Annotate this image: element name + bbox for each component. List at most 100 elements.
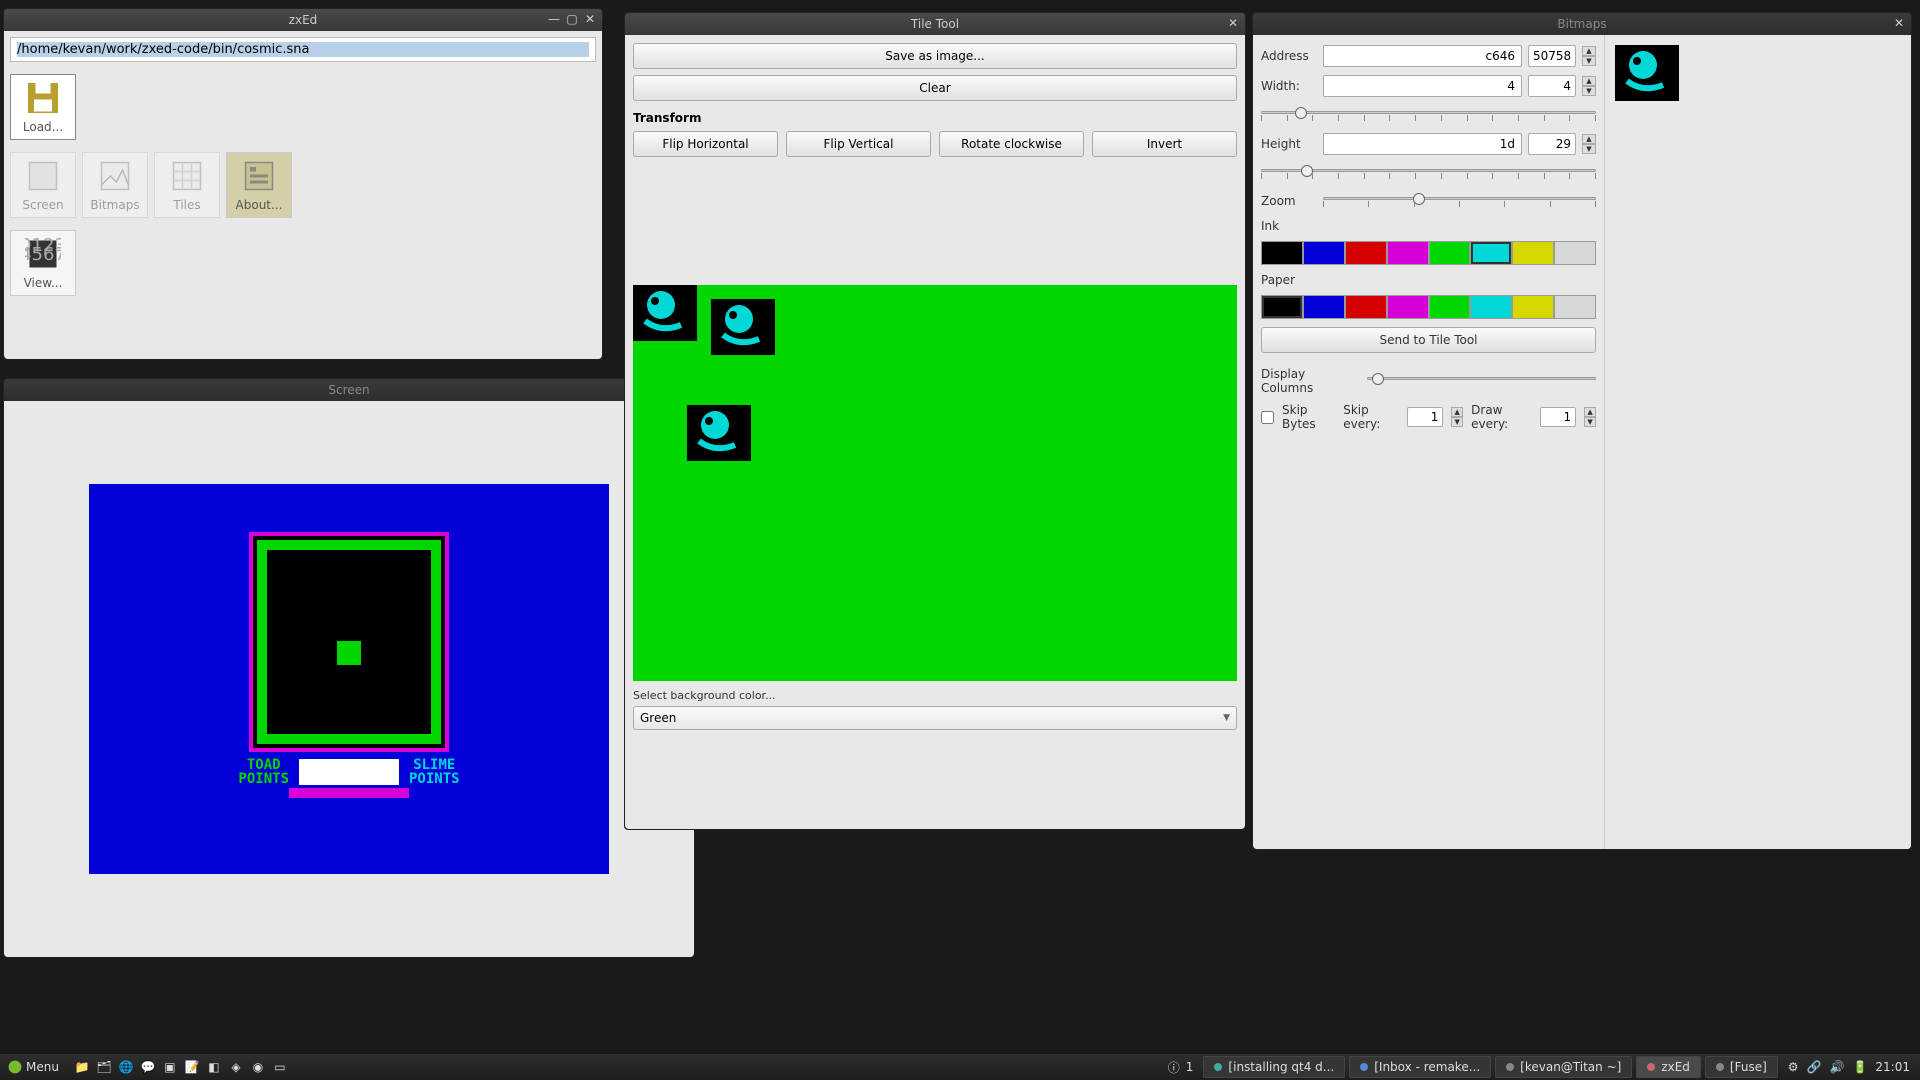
app-icon[interactable]: ◈ [227, 1058, 245, 1076]
files-icon[interactable]: 📁 [73, 1058, 91, 1076]
flip-horizontal-button[interactable]: Flip Horizontal [633, 131, 778, 157]
ink-swatch[interactable] [1512, 241, 1554, 265]
invert-button[interactable]: Invert [1092, 131, 1237, 157]
tray-icon[interactable]: ⚙ [1788, 1060, 1799, 1074]
skip-every-input[interactable] [1407, 407, 1443, 427]
sprite-1[interactable] [633, 285, 697, 341]
flip-vertical-button[interactable]: Flip Vertical [786, 131, 931, 157]
network-icon[interactable]: 🔗 [1807, 1060, 1822, 1074]
height-hex-input[interactable] [1323, 133, 1522, 155]
spin-up-icon[interactable]: ▲ [1584, 407, 1596, 417]
tile-tool-window: Tile Tool ✕ Save as image... Clear Trans… [624, 12, 1246, 830]
close-icon[interactable]: ✕ [582, 11, 598, 27]
paper-swatch[interactable] [1429, 295, 1471, 319]
file-path-field[interactable] [10, 37, 596, 62]
save-image-button[interactable]: Save as image... [633, 43, 1237, 69]
paper-label: Paper [1261, 273, 1596, 287]
menu-button[interactable]: Menu [0, 1054, 67, 1080]
zxed-titlebar[interactable]: zxEd — ▢ ✕ [4, 9, 602, 31]
close-icon[interactable]: ✕ [1891, 15, 1907, 31]
ink-swatch[interactable] [1470, 241, 1512, 265]
ink-swatch[interactable] [1554, 241, 1596, 265]
spin-up-icon[interactable]: ▲ [1582, 46, 1596, 56]
address-label: Address [1261, 49, 1317, 63]
clear-button[interactable]: Clear [633, 75, 1237, 101]
chat-icon[interactable]: 💬 [139, 1058, 157, 1076]
bg-color-select[interactable]: Green ▼ [633, 706, 1237, 730]
paper-swatch[interactable] [1554, 295, 1596, 319]
paper-swatch[interactable] [1512, 295, 1554, 319]
ink-swatch[interactable] [1429, 241, 1471, 265]
sprite-3[interactable] [687, 405, 751, 461]
spin-up-icon[interactable]: ▲ [1582, 134, 1596, 144]
width-slider[interactable] [1261, 107, 1596, 121]
spin-down-icon[interactable]: ▼ [1582, 144, 1596, 154]
draw-every-input[interactable] [1540, 407, 1576, 427]
tiles-button[interactable]: Tiles [154, 152, 220, 218]
spin-down-icon[interactable]: ▼ [1582, 86, 1596, 96]
bitmaps-button[interactable]: Bitmaps [82, 152, 148, 218]
app-icon[interactable]: ◉ [249, 1058, 267, 1076]
floppy-icon [25, 80, 61, 116]
address-hex-input[interactable] [1323, 45, 1522, 67]
editor-icon[interactable]: 📝 [183, 1058, 201, 1076]
spin-down-icon[interactable]: ▼ [1451, 417, 1463, 427]
send-to-tile-button[interactable]: Send to Tile Tool [1261, 327, 1596, 353]
ink-swatch[interactable] [1345, 241, 1387, 265]
browser-icon[interactable]: 🌐 [117, 1058, 135, 1076]
about-button[interactable]: About... [226, 152, 292, 218]
zoom-slider[interactable] [1323, 193, 1596, 207]
tile-titlebar[interactable]: Tile Tool ✕ [625, 13, 1245, 35]
minimize-icon[interactable]: — [546, 11, 562, 27]
width-dec-input[interactable] [1528, 75, 1576, 97]
taskbar-task[interactable]: [Inbox - remake... [1349, 1056, 1491, 1078]
bg-color-label: Select background color... [633, 689, 1237, 702]
spin-up-icon[interactable]: ▲ [1451, 407, 1463, 417]
workspace-indicator[interactable]: ⓘ 1 [1158, 1056, 1204, 1079]
rotate-button[interactable]: Rotate clockwise [939, 131, 1084, 157]
volume-icon[interactable]: 🔊 [1830, 1060, 1845, 1074]
view-button[interactable]: 01234567 View... [10, 230, 76, 296]
paper-swatch[interactable] [1303, 295, 1345, 319]
ink-swatch[interactable] [1387, 241, 1429, 265]
slime-points-label: SLIME POINTS [409, 758, 460, 786]
screen-button[interactable]: Screen [10, 152, 76, 218]
taskbar-task[interactable]: [installing qt4 d... [1203, 1056, 1345, 1078]
show-desktop-icon[interactable]: ▭ [271, 1058, 289, 1076]
battery-icon[interactable]: 🔋 [1852, 1060, 1867, 1074]
skip-bytes-checkbox[interactable] [1261, 411, 1274, 424]
ink-swatch[interactable] [1303, 241, 1345, 265]
frog-sprite [337, 641, 361, 665]
screen-titlebar[interactable]: Screen [4, 379, 694, 401]
maximize-icon[interactable]: ▢ [564, 11, 580, 27]
close-icon[interactable]: ✕ [1225, 15, 1241, 31]
ink-swatches [1261, 241, 1596, 265]
sprite-2[interactable] [711, 299, 775, 355]
terminal-icon[interactable]: ▣ [161, 1058, 179, 1076]
tile-canvas[interactable] [633, 285, 1237, 681]
folder-icon[interactable]: 🗂 [95, 1058, 113, 1076]
taskbar-task[interactable]: [Fuse] [1705, 1056, 1778, 1078]
paper-swatches [1261, 295, 1596, 319]
paper-swatch[interactable] [1470, 295, 1512, 319]
bitmaps-titlebar[interactable]: Bitmaps ✕ [1253, 13, 1911, 35]
transform-label: Transform [633, 111, 1237, 125]
width-hex-input[interactable] [1323, 75, 1522, 97]
taskbar-task[interactable]: [kevan@Titan ~] [1495, 1056, 1632, 1078]
paper-swatch[interactable] [1261, 295, 1303, 319]
display-columns-slider[interactable] [1367, 373, 1596, 387]
taskbar-task[interactable]: zxEd [1636, 1056, 1701, 1078]
height-slider[interactable] [1261, 165, 1596, 179]
spin-down-icon[interactable]: ▼ [1582, 56, 1596, 66]
app-icon[interactable]: ◧ [205, 1058, 223, 1076]
paper-swatch[interactable] [1345, 295, 1387, 319]
paper-swatch[interactable] [1387, 295, 1429, 319]
spin-down-icon[interactable]: ▼ [1584, 417, 1596, 427]
address-dec-input[interactable] [1528, 45, 1576, 67]
file-path-input[interactable] [17, 42, 589, 57]
ink-swatch[interactable] [1261, 241, 1303, 265]
spin-up-icon[interactable]: ▲ [1582, 76, 1596, 86]
clock[interactable]: 21:01 [1875, 1060, 1910, 1074]
height-dec-input[interactable] [1528, 133, 1576, 155]
load-button[interactable]: Load... [10, 74, 76, 140]
